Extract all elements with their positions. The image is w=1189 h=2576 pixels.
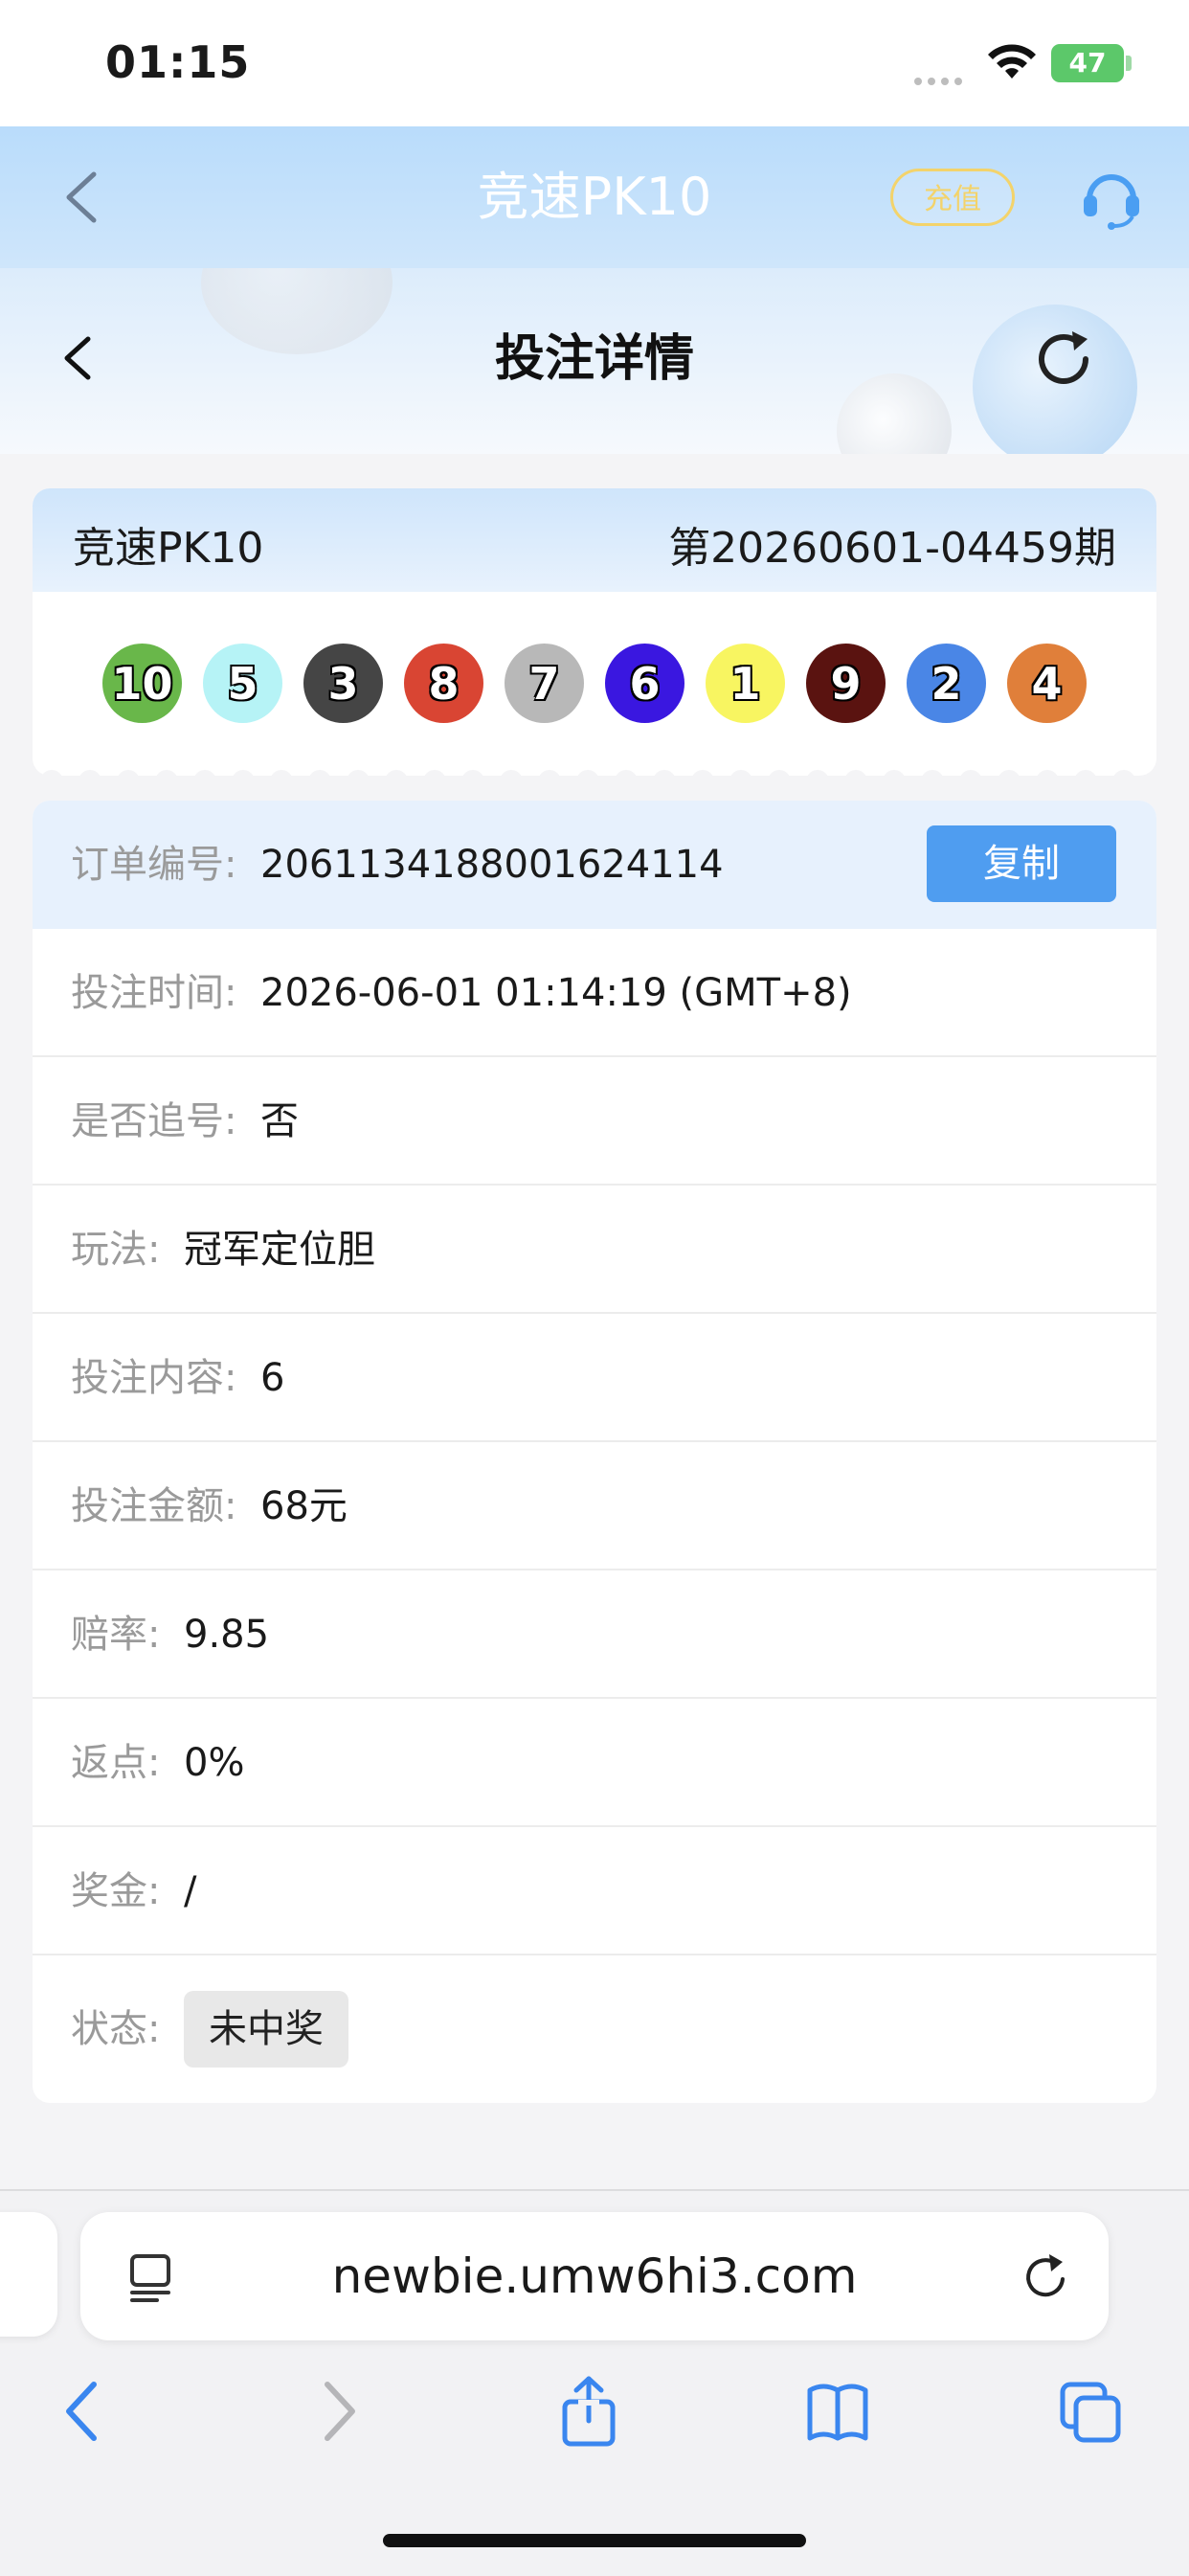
row-amount: 投注金额: 68元 (33, 1442, 1156, 1570)
share-icon[interactable] (555, 2375, 622, 2448)
headset-icon[interactable] (1078, 163, 1145, 230)
amount-label: 投注金额: (71, 1484, 237, 1528)
chase-value: 否 (260, 1099, 299, 1143)
chase-label: 是否追号: (71, 1099, 237, 1143)
draw-balls: 10 5 3 8 7 6 1 9 2 4 (33, 644, 1156, 730)
home-indicator (383, 2534, 806, 2547)
draw-ball: 4 (1007, 644, 1087, 723)
status-time: 01:15 (105, 36, 251, 88)
tabs-icon[interactable] (1057, 2375, 1124, 2448)
bet-time-label: 投注时间: (71, 971, 237, 1015)
draw-ball: 7 (505, 644, 584, 723)
play-label: 玩法: (71, 1228, 161, 1272)
odds-label: 赔率: (71, 1613, 161, 1657)
forward-nav-icon[interactable] (304, 2375, 371, 2448)
period-number: 第20260601-04459期 (668, 524, 1116, 573)
page-title: 投注详情 (494, 330, 694, 388)
row-play: 玩法: 冠军定位胆 (33, 1186, 1156, 1314)
signal-dots-icon (914, 71, 968, 85)
content-label: 投注内容: (71, 1356, 237, 1400)
battery-indicator: 47 (1051, 44, 1124, 82)
draw-ball: 10 (102, 644, 182, 723)
game-name: 竞速PK10 (73, 524, 264, 573)
row-rebate: 返点: 0% (33, 1699, 1156, 1827)
row-status: 状态: 未中奖 (33, 1955, 1156, 2103)
scallop-edge (33, 762, 1156, 781)
row-prize: 奖金: / (33, 1827, 1156, 1955)
rebate-label: 返点: (71, 1741, 161, 1785)
draw-ball: 1 (706, 644, 785, 723)
draw-ball: 3 (303, 644, 383, 723)
recharge-button[interactable]: 充值 (890, 169, 1015, 226)
amount-value: 68元 (260, 1484, 348, 1528)
row-content: 投注内容: 6 (33, 1314, 1156, 1442)
play-value: 冠军定位胆 (184, 1228, 375, 1272)
wifi-icon (988, 44, 1036, 79)
row-odds: 赔率: 9.85 (33, 1570, 1156, 1699)
draw-result-card: 竞速PK10 第20260601-04459期 10 5 3 8 7 6 1 9 2 4 (33, 488, 1156, 776)
order-no-label: 订单编号: (71, 843, 237, 887)
row-bet-time: 投注时间: 2026-06-01 01:14:19 (GMT+8) (33, 929, 1156, 1057)
prize-label: 奖金: (71, 1869, 161, 1913)
row-order-no: 订单编号: 2061134188001624114 复制 (33, 801, 1156, 929)
bet-details-card: 订单编号: 2061134188001624114 复制 投注时间: 2026-… (33, 801, 1156, 2103)
rebate-value: 0% (184, 1741, 245, 1785)
draw-ball: 5 (203, 644, 282, 723)
odds-value: 9.85 (184, 1613, 270, 1657)
back-nav-icon[interactable] (50, 2375, 117, 2448)
draw-ball: 2 (907, 644, 986, 723)
draw-ball: 8 (404, 644, 483, 723)
prize-value: / (184, 1869, 197, 1913)
content-value: 6 (260, 1356, 285, 1400)
bet-time-value: 2026-06-01 01:14:19 (GMT+8) (260, 971, 852, 1015)
copy-button[interactable]: 复制 (927, 825, 1116, 902)
url-text[interactable]: newbie.umw6hi3.com (80, 2212, 1109, 2340)
battery-tip (1126, 56, 1132, 71)
order-no-value: 2061134188001624114 (260, 843, 724, 887)
draw-ball: 9 (806, 644, 886, 723)
book-icon[interactable] (804, 2375, 871, 2448)
draw-ball: 6 (605, 644, 684, 723)
reload-icon[interactable] (1019, 2250, 1072, 2304)
row-chase: 是否追号: 否 (33, 1057, 1156, 1186)
refresh-icon[interactable] (1030, 326, 1097, 393)
status-badge: 未中奖 (184, 1991, 348, 2068)
previous-tab-card[interactable] (0, 2212, 57, 2337)
status-label: 状态: (71, 2007, 161, 2051)
